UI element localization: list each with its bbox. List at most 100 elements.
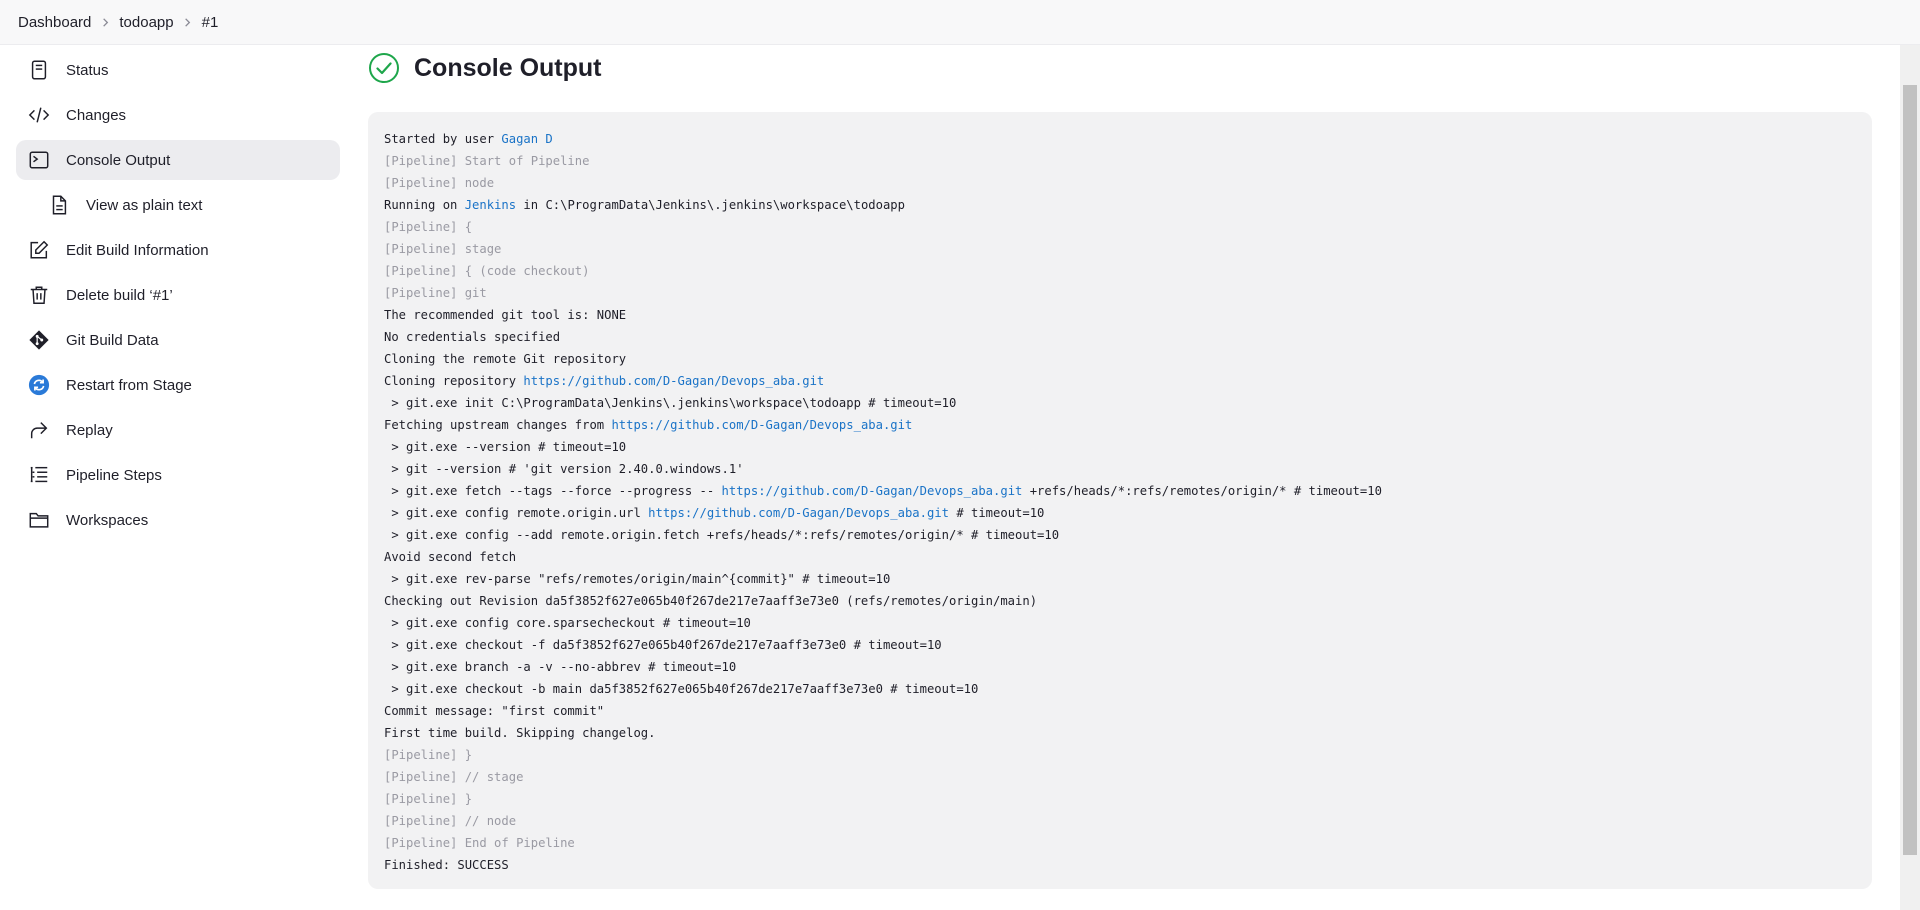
console-text: Cloning repository <box>384 374 524 388</box>
console-text: [Pipeline] } <box>384 748 473 762</box>
sidebar-item-label: Replay <box>66 421 113 439</box>
console-text: [Pipeline] // node <box>384 814 517 828</box>
replay-icon <box>26 417 52 443</box>
console-line: Fetching upstream changes from https://g… <box>384 414 1856 436</box>
console-text: Running on <box>384 198 465 212</box>
breadcrumb-todoapp[interactable]: todoapp <box>119 14 173 31</box>
console-line: > git.exe init C:\ProgramData\Jenkins\.j… <box>384 392 1856 414</box>
console-text: Commit message: "first commit" <box>384 704 605 718</box>
console-text: Started by user <box>384 132 502 146</box>
console-line: [Pipeline] Start of Pipeline <box>384 150 1856 172</box>
folder-icon <box>26 507 52 533</box>
console-line: > git.exe rev-parse "refs/remotes/origin… <box>384 568 1856 590</box>
git-icon <box>26 327 52 353</box>
sidebar-item-status[interactable]: Status <box>16 50 340 90</box>
console-link[interactable]: https://github.com/D-Gagan/Devops_aba.gi… <box>722 484 1023 498</box>
console-link[interactable]: https://github.com/D-Gagan/Devops_aba.gi… <box>648 506 949 520</box>
console-link[interactable]: https://github.com/D-Gagan/Devops_aba.gi… <box>523 374 824 388</box>
console-text: # timeout=10 <box>949 506 1045 520</box>
console-text: Checking out Revision da5f3852f627e065b4… <box>384 594 1038 608</box>
page-heading: Console Output <box>368 50 1872 86</box>
console-text: > git.exe checkout -b main da5f3852f627e… <box>384 682 979 696</box>
chevron-right-icon <box>174 14 202 31</box>
console-text: [Pipeline] { <box>384 220 473 234</box>
console-text: > git.exe fetch --tags --force --progres… <box>384 484 722 498</box>
success-check-icon <box>369 53 399 83</box>
sidebar-item-git-build-data[interactable]: Git Build Data <box>16 320 340 360</box>
breadcrumb-build-1[interactable]: #1 <box>202 14 219 31</box>
console-line: Cloning repository https://github.com/D-… <box>384 370 1856 392</box>
console-line: [Pipeline] git <box>384 282 1856 304</box>
console-line: > git.exe checkout -f da5f3852f627e065b4… <box>384 634 1856 656</box>
sidebar-item-view-plain-text[interactable]: View as plain text <box>16 185 340 225</box>
sidebar-item-label: Pipeline Steps <box>66 466 162 484</box>
sidebar-item-label: Workspaces <box>66 511 149 529</box>
list-icon <box>26 462 52 488</box>
console-line: > git.exe checkout -b main da5f3852f627e… <box>384 678 1856 700</box>
console-text: No credentials specified <box>384 330 561 344</box>
console-line: [Pipeline] // node <box>384 810 1856 832</box>
sidebar-item-restart-from-stage[interactable]: Restart from Stage <box>16 365 340 405</box>
console-link[interactable]: Jenkins <box>465 198 516 212</box>
breadcrumb-bar: Dashboard todoapp #1 <box>0 0 1920 45</box>
console-text: > git.exe config remote.origin.url <box>384 506 649 520</box>
console-line: [Pipeline] End of Pipeline <box>384 832 1856 854</box>
scrollbar[interactable] <box>1900 45 1920 910</box>
console-line: [Pipeline] stage <box>384 238 1856 260</box>
sidebar-item-label: View as plain text <box>86 196 203 214</box>
breadcrumb-dashboard[interactable]: Dashboard <box>18 14 91 31</box>
file-icon <box>46 192 72 218</box>
edit-icon <box>26 237 52 263</box>
console-line: Started by user Gagan D <box>384 128 1856 150</box>
console-text: [Pipeline] node <box>384 176 495 190</box>
console-line: Running on Jenkins in C:\ProgramData\Jen… <box>384 194 1856 216</box>
sidebar-item-changes[interactable]: Changes <box>16 95 340 135</box>
console-line: [Pipeline] } <box>384 744 1856 766</box>
page-title: Console Output <box>414 53 602 82</box>
console-text: > git.exe checkout -f da5f3852f627e065b4… <box>384 638 942 652</box>
console-text: First time build. Skipping changelog. <box>384 726 656 740</box>
console-line: Commit message: "first commit" <box>384 700 1856 722</box>
console-line: [Pipeline] { <box>384 216 1856 238</box>
console-line: Checking out Revision da5f3852f627e065b4… <box>384 590 1856 612</box>
console-text: [Pipeline] Start of Pipeline <box>384 154 590 168</box>
restart-icon <box>26 372 52 398</box>
console-line: > git.exe config --add remote.origin.fet… <box>384 524 1856 546</box>
console-line: [Pipeline] { (code checkout) <box>384 260 1856 282</box>
sidebar-item-console-output[interactable]: Console Output <box>16 140 340 180</box>
console-text: Cloning the remote Git repository <box>384 352 627 366</box>
console-text: Fetching upstream changes from <box>384 418 612 432</box>
sidebar-item-replay[interactable]: Replay <box>16 410 340 450</box>
console-text: [Pipeline] } <box>384 792 473 806</box>
console-text: Finished: SUCCESS <box>384 858 509 872</box>
console-text: [Pipeline] End of Pipeline <box>384 836 575 850</box>
console-text: +refs/heads/*:refs/remotes/origin/* # ti… <box>1022 484 1382 498</box>
sidebar-item-workspaces[interactable]: Workspaces <box>16 500 340 540</box>
console-link[interactable]: Gagan D <box>501 132 552 146</box>
console-link[interactable]: https://github.com/D-Gagan/Devops_aba.gi… <box>611 418 912 432</box>
console-line: Cloning the remote Git repository <box>384 348 1856 370</box>
sidebar-item-label: Edit Build Information <box>66 241 209 259</box>
console-line: Finished: SUCCESS <box>384 854 1856 876</box>
trash-icon <box>26 282 52 308</box>
sidebar-item-edit-build-information[interactable]: Edit Build Information <box>16 230 340 270</box>
main-content: Console Output Started by user Gagan D [P… <box>368 50 1872 889</box>
sidebar-item-delete-build[interactable]: Delete build ‘#1’ <box>16 275 340 315</box>
console-line: > git.exe config core.sparsecheckout # t… <box>384 612 1856 634</box>
console-line: Avoid second fetch <box>384 546 1856 568</box>
console-text: > git.exe rev-parse "refs/remotes/origin… <box>384 572 891 586</box>
sidebar-item-pipeline-steps[interactable]: Pipeline Steps <box>16 455 340 495</box>
console-text: > git --version # 'git version 2.40.0.wi… <box>384 462 744 476</box>
sidebar-item-label: Git Build Data <box>66 331 159 349</box>
console-text: [Pipeline] stage <box>384 242 502 256</box>
document-icon <box>26 57 52 83</box>
console-text: > git.exe branch -a -v --no-abbrev # tim… <box>384 660 737 674</box>
console-text: in C:\ProgramData\Jenkins\.jenkins\works… <box>516 198 905 212</box>
sidebar-item-label: Restart from Stage <box>66 376 192 394</box>
console-line: [Pipeline] node <box>384 172 1856 194</box>
console-text: [Pipeline] // stage <box>384 770 524 784</box>
console-text: > git.exe config core.sparsecheckout # t… <box>384 616 751 630</box>
console-text: Avoid second fetch <box>384 550 517 564</box>
console-text: > git.exe config --add remote.origin.fet… <box>384 528 1060 542</box>
scrollbar-thumb[interactable] <box>1903 85 1917 855</box>
